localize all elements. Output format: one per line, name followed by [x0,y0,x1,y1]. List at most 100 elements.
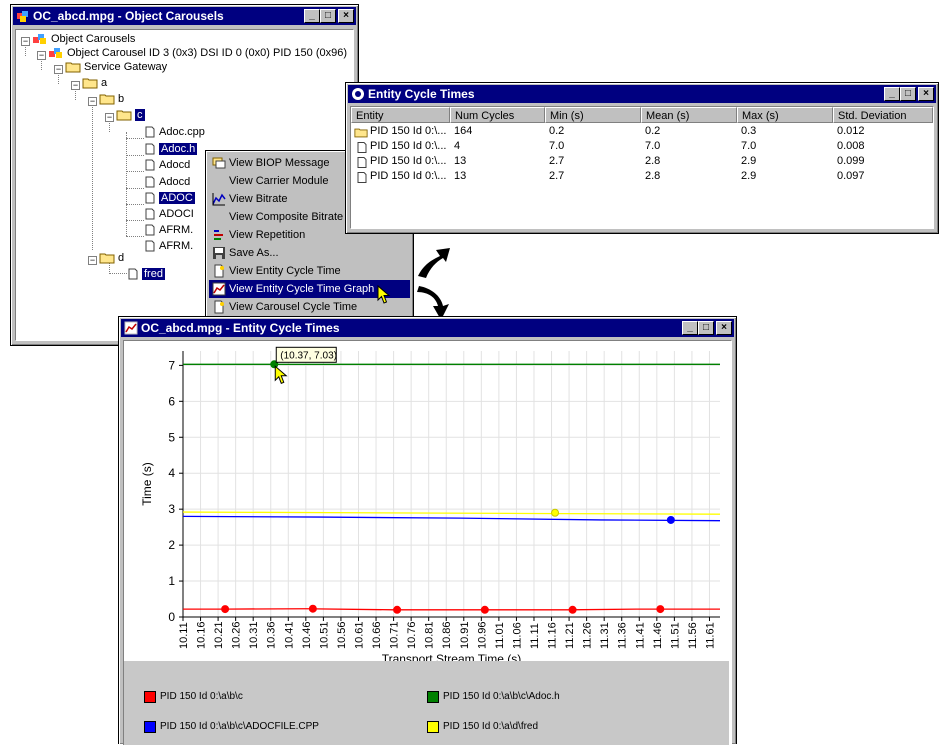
tree-node-dir-c[interactable]: c [116,109,145,122]
tree-node-dir-b[interactable]: b [99,93,124,106]
tree-node-file[interactable]: ADOCI [144,208,194,221]
maximize-button[interactable]: □ [698,321,714,335]
table-row[interactable]: PID 150 Id 0:\... 13 2.7 2.8 2.9 0.097 [351,169,933,184]
tree-node-file[interactable]: Adocd [144,176,190,189]
minimize-button[interactable]: _ [884,87,900,101]
tree-label-file: Adocd [159,159,191,171]
tree-label-dir-b: b [118,93,125,105]
cell-min: 2.7 [549,155,565,167]
collapse-toggle-root[interactable]: − [21,37,30,46]
column-header-max[interactable]: Max (s) [737,107,833,123]
series-point-1 [568,605,577,614]
cell-max: 2.9 [741,170,757,182]
menu-item-view-entity-cycle-time[interactable]: View Entity Cycle Time [209,262,410,280]
entity-cycle-graph-window[interactable]: OC_abcd.mpg - Entity Cycle Times _ □ × 1… [118,316,737,745]
tree-node-file-selected[interactable]: ADOC [144,192,195,205]
collapse-toggle-b[interactable]: − [88,97,97,106]
tree-label-file: ADOCI [159,208,194,220]
x-tick-label: 11.61 [704,622,716,649]
close-button[interactable]: × [918,87,934,101]
menu-item-save-as[interactable]: Save As... [209,244,410,262]
biop-message-icon [212,157,226,169]
entity-table[interactable]: Entity Num Cycles Min (s) Mean (s) Max (… [350,106,934,229]
x-tick-label: 10.46 [301,621,313,649]
table-row[interactable]: PID 150 Id 0:\... 164 0.2 0.2 0.3 0.012 [351,124,933,139]
x-tick-label: 10.56 [336,621,348,649]
cell-max: 2.9 [741,155,757,167]
cell-mean: 2.8 [645,155,661,167]
tree-node-object-carousels[interactable]: Object Carousels [32,33,135,46]
file-icon [145,224,155,236]
cell-max: 7.0 [741,140,757,152]
tree-node-file[interactable]: AFRM. [144,224,193,237]
minimize-button[interactable]: _ [682,321,698,335]
column-header-min[interactable]: Min (s) [545,107,641,123]
cell-std: 0.008 [837,140,865,152]
cell-entity: PID 150 Id 0:\... [370,155,447,167]
collapse-toggle-d[interactable]: − [88,256,97,265]
entity-cycle-chart[interactable]: 10.11 10.16 10.21 10.26 10.31 10.36 10.41 10.46… [124,341,729,661]
x-tick-label: 10.31 [248,621,260,649]
y-tick-label: 5 [168,430,175,444]
file-icon [145,126,155,138]
object-carousels-titlebar[interactable]: OC_abcd.mpg - Object Carousels _ □ × [13,7,356,25]
file-icon [145,240,155,252]
tree-node-file[interactable]: Adoc.cpp [144,126,205,139]
x-tick-label: 11.56 [687,622,699,649]
tree-node-file-selected[interactable]: fred [127,268,165,281]
folder-open-icon [116,110,132,121]
tree-node-carousel[interactable]: Object Carousel ID 3 (0x3) DSI ID 0 (0x0… [48,47,347,60]
menu-item-label: View Entity Cycle Time [229,265,341,277]
table-row[interactable]: PID 150 Id 0:\... 13 2.7 2.8 2.9 0.099 [351,154,933,169]
menu-item-label: View Carousel Cycle Time [229,301,358,313]
tree-node-service-gateway[interactable]: Service Gateway [65,61,167,74]
x-tick-label: 10.51 [318,621,330,649]
close-button[interactable]: × [716,321,732,335]
column-header-num-cycles[interactable]: Num Cycles [450,107,545,123]
x-tick-label: 10.16 [196,621,208,649]
series-point-1 [308,604,317,613]
x-tick-label: 10.81 [424,621,436,649]
folder-icon [99,94,115,105]
collapse-toggle-c[interactable]: − [105,113,114,122]
tree-label-object-carousels: Object Carousels [51,33,136,45]
collapse-toggle-a[interactable]: − [71,81,80,90]
tree-node-dir-a[interactable]: a [82,77,107,90]
legend-swatch-green [427,691,439,703]
legend-label-series-2: PID 150 Id 0:\a\b\c\Adoc.h [443,691,560,702]
tree-node-file[interactable]: Adocd [144,159,190,172]
x-tick-label: 11.31 [599,622,611,649]
tree-node-file-selected[interactable]: Adoc.h [144,143,198,156]
column-header-entity[interactable]: Entity [351,107,450,123]
x-tick-label: 10.96 [476,621,488,649]
cell-min: 0.2 [549,125,565,137]
tree-node-dir-d[interactable]: d [99,252,124,265]
entity-cycle-times-window[interactable]: Entity Cycle Times _ □ × Entity Num Cycl… [345,82,939,234]
entity-cycle-graph-titlebar[interactable]: OC_abcd.mpg - Entity Cycle Times _ □ × [121,319,734,337]
point-tooltip-text: (10.37, 7.03) [280,350,337,361]
cell-entity: PID 150 Id 0:\... [370,125,447,137]
column-header-std-deviation[interactable]: Std. Deviation [833,107,933,123]
tree-label-dir-a: a [101,77,108,89]
entity-cycle-times-titlebar[interactable]: Entity Cycle Times _ □ × [348,85,936,103]
collapse-toggle-carousel[interactable]: − [37,51,46,60]
chart-legend: PID 150 Id 0:\a\b\c PID 150 Id 0:\a\b\c\… [124,661,729,745]
close-button[interactable]: × [338,9,354,23]
file-icon [357,172,367,183]
collapse-toggle-gateway[interactable]: − [54,65,63,74]
maximize-button[interactable]: □ [900,87,916,101]
legend-label-series-3: PID 150 Id 0:\a\b\c\ADOCFILE.CPP [160,721,319,732]
column-header-mean[interactable]: Mean (s) [641,107,737,123]
chart-area[interactable]: 10.11 10.16 10.21 10.26 10.31 10.36 10.41 10.46… [123,340,732,745]
x-tick-label: 11.41 [634,622,646,649]
x-tick-label: 11.16 [547,622,559,649]
legend-swatch-blue [144,721,156,733]
table-row[interactable]: PID 150 Id 0:\... 4 7.0 7.0 7.0 0.008 [351,139,933,154]
maximize-button[interactable]: □ [320,9,336,23]
cell-std: 0.012 [837,125,865,137]
repetition-icon [214,230,223,240]
file-icon [145,176,155,188]
minimize-button[interactable]: _ [304,9,320,23]
tree-node-file[interactable]: AFRM. [144,240,193,253]
bitrate-icon [212,193,226,206]
